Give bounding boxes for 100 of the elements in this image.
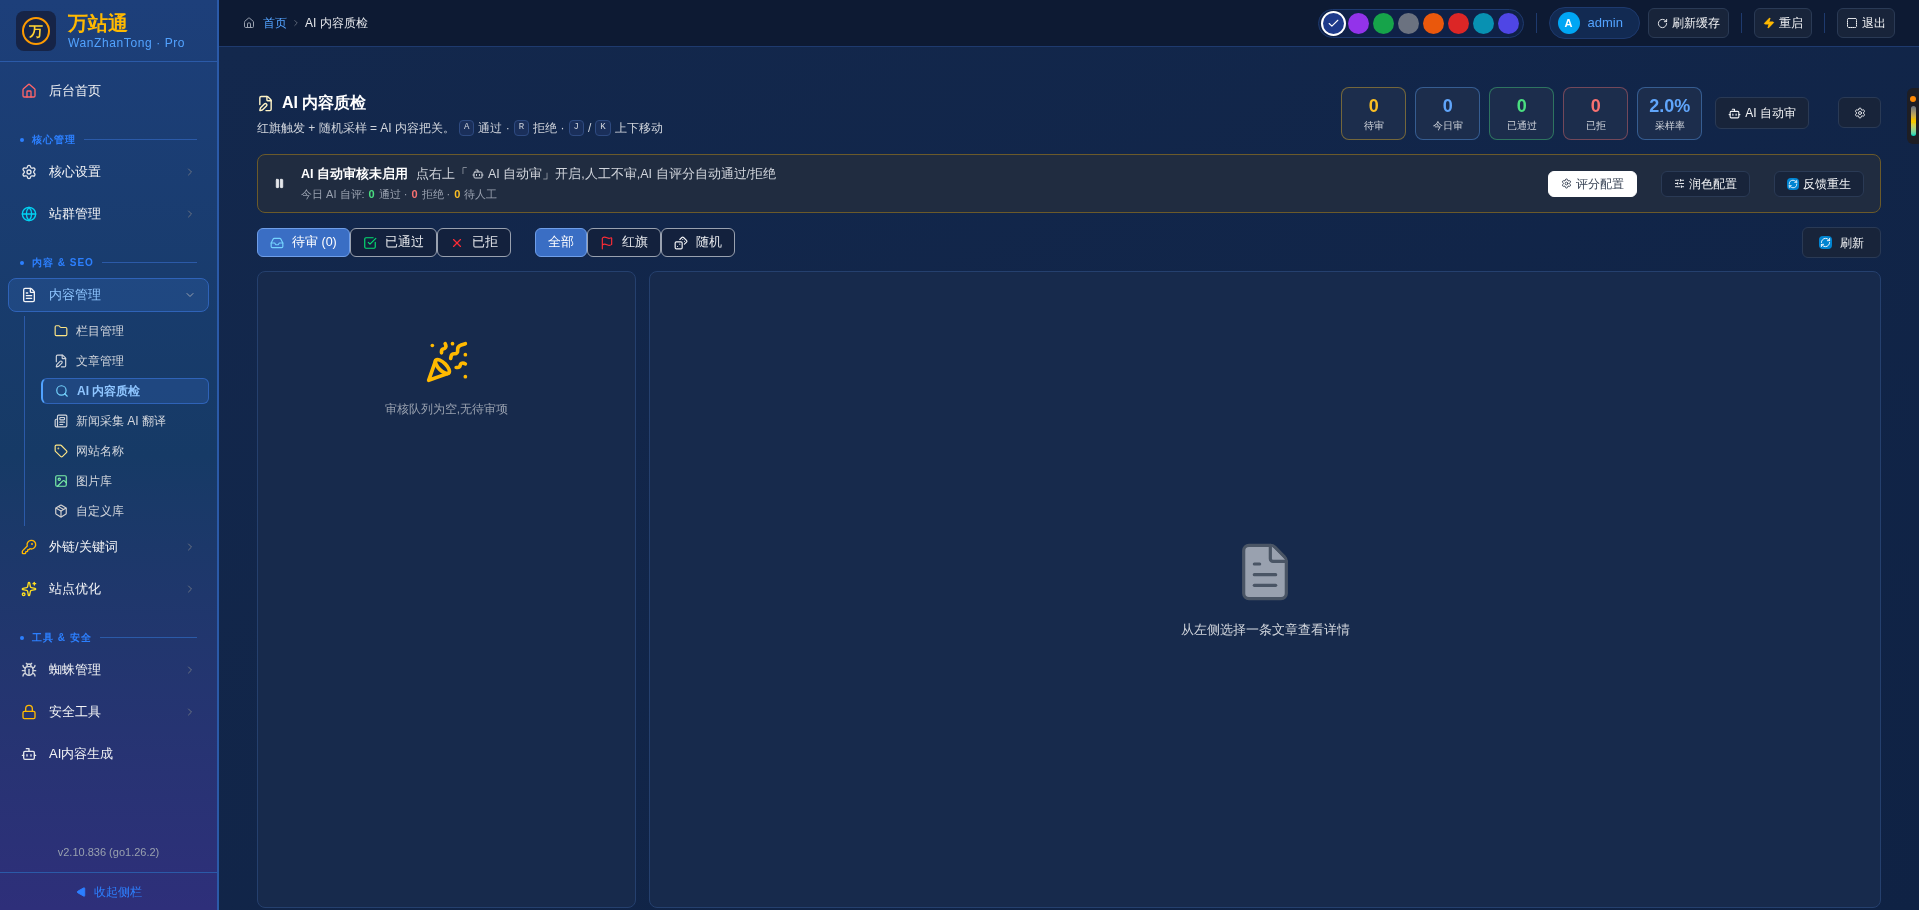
pause-icon: [274, 178, 285, 189]
settings-button[interactable]: [1838, 97, 1881, 128]
theme-swatch[interactable]: [1322, 12, 1344, 34]
banner-button[interactable]: 评分配置: [1548, 170, 1637, 197]
theme-swatch[interactable]: [1372, 12, 1394, 34]
sidebar-item[interactable]: AI内容生成: [8, 737, 209, 771]
stat-label: 已拒: [1585, 119, 1606, 133]
banner-title: AI 自动审核未启用: [301, 165, 408, 183]
submenu-item[interactable]: 文章管理: [41, 348, 209, 374]
box-icon: [54, 504, 68, 518]
summary-text: 通过 ·: [378, 186, 408, 202]
source-tab[interactable]: 随机: [660, 228, 735, 257]
gear-icon: [1561, 178, 1572, 189]
header-button[interactable]: 刷新缓存: [1648, 8, 1729, 38]
submenu-item[interactable]: 网站名称: [41, 438, 209, 464]
banner-button[interactable]: 润色配置: [1661, 170, 1750, 197]
tag-icon: [54, 444, 68, 458]
sidebar-item[interactable]: 内容管理: [8, 278, 209, 312]
summary-count: 0: [368, 186, 375, 202]
submenu-item[interactable]: 新闻采集 AI 翻译: [41, 408, 209, 434]
stat-value: 0: [1590, 95, 1601, 118]
sidebar-item[interactable]: 站点优化: [8, 572, 209, 606]
sidebar-item[interactable]: 后台首页: [8, 74, 209, 108]
refresh-icon: [1657, 17, 1668, 29]
status-tab[interactable]: 已通过: [349, 228, 437, 257]
bug-icon: [21, 662, 37, 678]
source-tab[interactable]: 红旗: [586, 228, 661, 257]
image-icon: [54, 474, 68, 488]
refresh-icon: [1787, 177, 1799, 190]
submenu-item[interactable]: AI 内容质检: [41, 378, 209, 404]
header-button[interactable]: 重启: [1754, 8, 1812, 38]
empty-detail-text: 从左侧选择一条文章查看详情: [1180, 620, 1350, 639]
theme-swatch[interactable]: [1497, 12, 1519, 34]
theme-swatch[interactable]: [1422, 12, 1444, 34]
triangle-left-icon: [75, 886, 86, 897]
version-text: v2.10.836 (go1.26.2): [56, 844, 161, 860]
subtitle-text: 通过 ·: [478, 120, 510, 137]
sidebar-item[interactable]: 安全工具: [8, 695, 209, 729]
house-icon: [21, 83, 37, 99]
empty-queue-text: 审核队列为空,无待审项: [384, 401, 509, 418]
stat-label: 采样率: [1654, 119, 1685, 133]
brand-subtitle: WanZhanTong · Pro: [68, 34, 186, 51]
user-name: admin: [1587, 14, 1624, 33]
sidebar-item[interactable]: 核心设置: [8, 155, 209, 189]
robot-icon: [21, 746, 37, 762]
sidebar-item[interactable]: 外链/关键词: [8, 530, 209, 564]
stat-label: 待审: [1363, 119, 1384, 133]
theme-swatch[interactable]: [1472, 12, 1494, 34]
summary-count: 0: [411, 186, 418, 202]
theme-swatch[interactable]: [1447, 12, 1469, 34]
source-tab[interactable]: 全部: [534, 228, 587, 257]
banner-button[interactable]: 反馈重生: [1774, 170, 1864, 197]
chevron-right-icon: [291, 18, 301, 28]
flag-icon: [599, 235, 614, 250]
section-label: 内容 & SEO: [32, 256, 94, 270]
house-icon: [243, 17, 255, 29]
sparkles-icon: [21, 581, 37, 597]
newspaper-icon: [54, 414, 68, 428]
robot-icon: [1728, 106, 1742, 120]
user-chip[interactable]: A admin: [1548, 7, 1640, 39]
subtitle-text: /: [587, 120, 592, 137]
status-tab[interactable]: 已拒: [436, 228, 511, 257]
theme-swatch[interactable]: [1347, 12, 1369, 34]
breadcrumb-link[interactable]: 首页: [263, 14, 287, 32]
square-icon: [1846, 17, 1858, 29]
sliders-icon: [1674, 178, 1685, 189]
auto-review-button[interactable]: AI 自动审: [1715, 97, 1809, 129]
section-label: 核心管理: [32, 133, 76, 147]
theme-swatch[interactable]: [1397, 12, 1419, 34]
key-hint: A: [459, 120, 475, 136]
submenu-item[interactable]: 栏目管理: [41, 318, 209, 344]
magnifier-icon: [55, 384, 69, 398]
section-label: 工具 & 安全: [32, 631, 92, 645]
document-icon: [21, 287, 37, 303]
stat-value: 0: [1516, 95, 1527, 118]
breadcrumb-current: AI 内容质检: [305, 15, 368, 32]
gear-icon: [21, 164, 37, 180]
submenu-item[interactable]: 自定义库: [41, 498, 209, 524]
stat-label: 今日审: [1432, 119, 1463, 133]
status-tab[interactable]: 待审 (0): [257, 228, 350, 257]
refresh-button[interactable]: 刷新: [1802, 227, 1881, 258]
stat-value: 2.0%: [1649, 95, 1691, 118]
submenu-item[interactable]: 图片库: [41, 468, 209, 494]
subtitle-text: 上下移动: [614, 120, 663, 137]
key-hint: R: [513, 120, 530, 136]
memo-icon: [257, 94, 274, 112]
side-widget: [1907, 88, 1919, 144]
robot-icon: [472, 168, 484, 181]
header-button[interactable]: 退出: [1837, 8, 1895, 38]
sidebar-item[interactable]: 蜘蛛管理: [8, 653, 209, 687]
globe-icon: [21, 206, 37, 222]
refresh-icon: [1819, 236, 1832, 249]
key-hint: K: [595, 120, 611, 136]
key-icon: [21, 539, 37, 555]
settings-icon: [1853, 106, 1866, 119]
summary-count: 0: [454, 186, 461, 202]
sidebar-item[interactable]: 站群管理: [8, 197, 209, 231]
stat-value: 0: [1368, 95, 1379, 118]
stat-label: 已通过: [1506, 119, 1537, 133]
user-avatar: A: [1557, 12, 1580, 34]
